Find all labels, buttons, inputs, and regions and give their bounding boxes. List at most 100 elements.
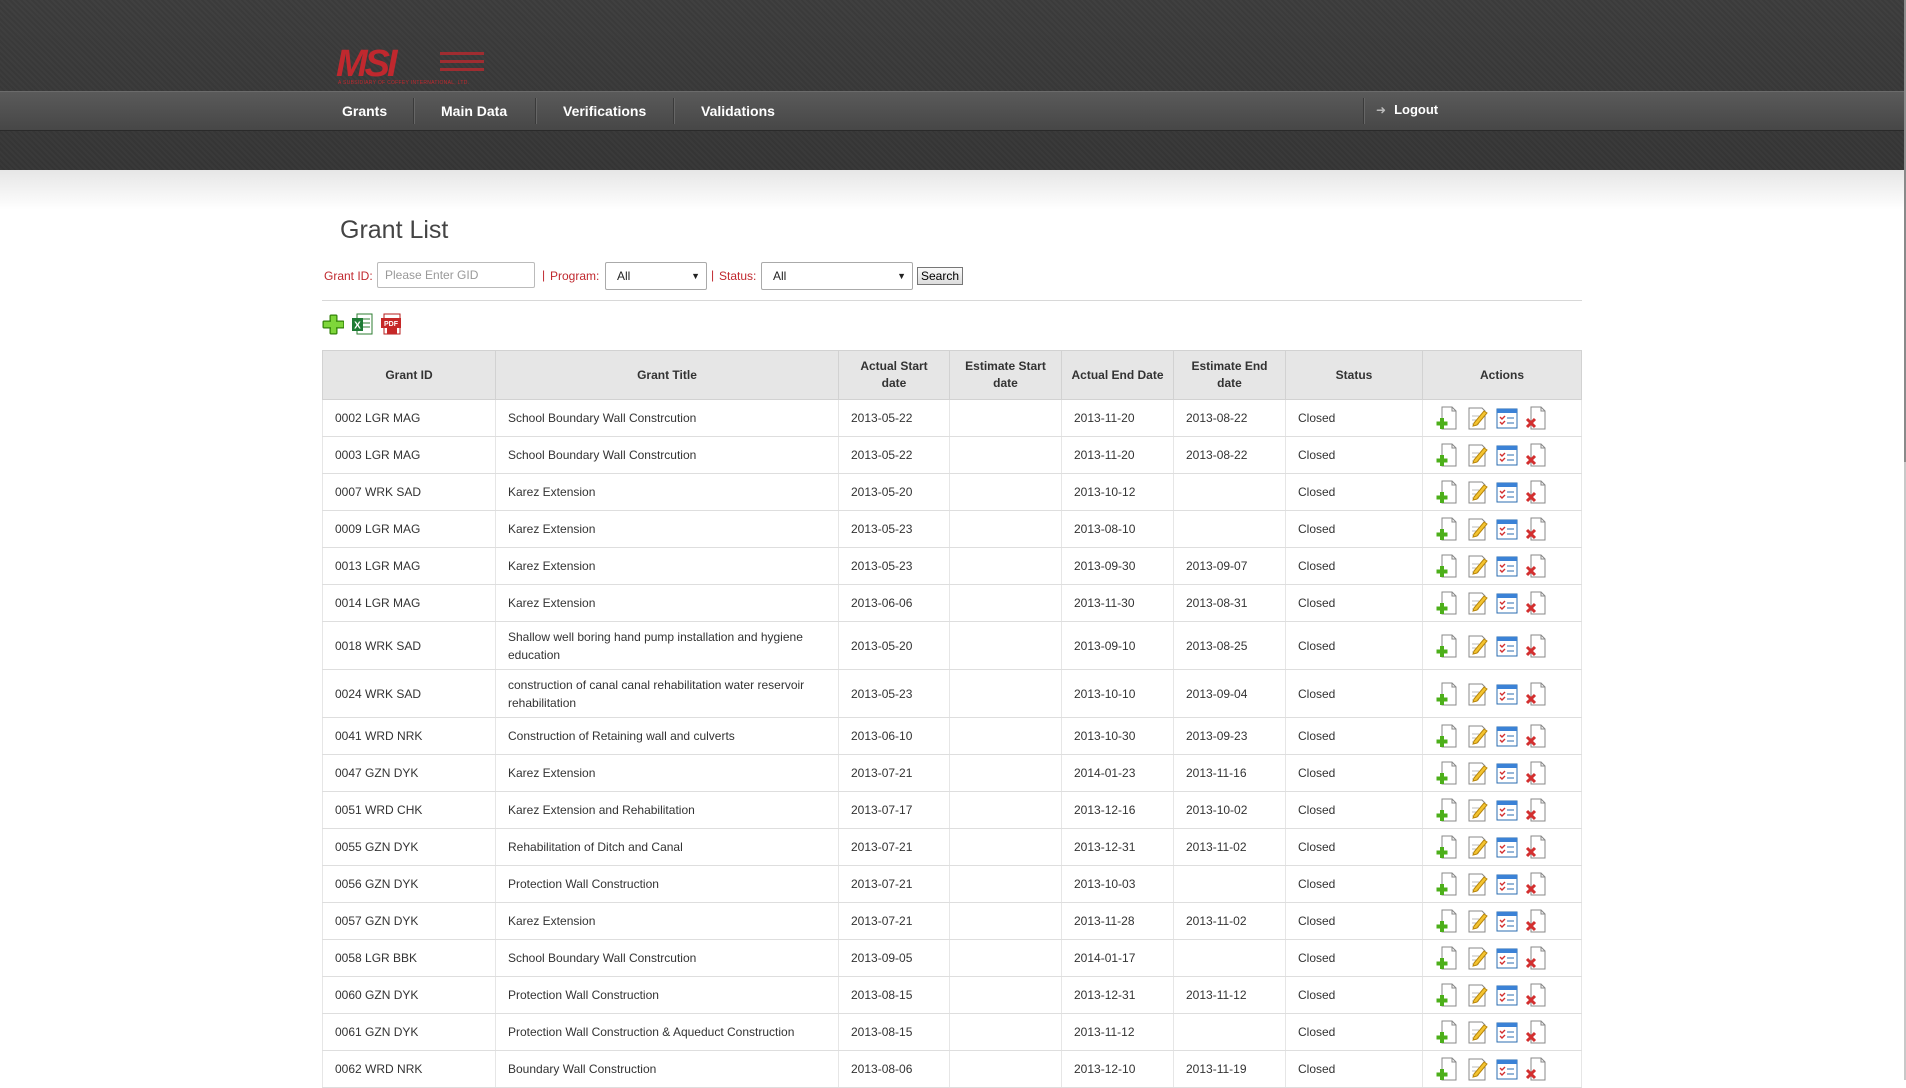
delete-icon[interactable] xyxy=(1525,945,1549,971)
checklist-icon[interactable] xyxy=(1495,871,1519,897)
add-icon[interactable] xyxy=(1435,723,1459,749)
add-icon[interactable] xyxy=(1435,553,1459,579)
col-estimate-start[interactable]: Estimate Start date xyxy=(949,350,1062,400)
table-row[interactable]: 0003 LGR MAG School Boundary Wall Constrc… xyxy=(322,436,1582,474)
add-icon[interactable] xyxy=(1435,590,1459,616)
delete-icon[interactable] xyxy=(1525,442,1549,468)
delete-icon[interactable] xyxy=(1525,760,1549,786)
delete-icon[interactable] xyxy=(1525,479,1549,505)
edit-icon[interactable] xyxy=(1465,945,1489,971)
add-icon[interactable] xyxy=(1435,871,1459,897)
checklist-icon[interactable] xyxy=(1495,982,1519,1008)
table-row[interactable]: 0014 LGR MAG Karez Extension 2013-06-06 201… xyxy=(322,584,1582,622)
col-grant-title[interactable]: Grant Title xyxy=(495,350,839,400)
table-row[interactable]: 0047 GZN DYK Karez Extension 2013-07-21 201… xyxy=(322,754,1582,792)
table-row[interactable]: 0057 GZN DYK Karez Extension 2013-07-21 201… xyxy=(322,902,1582,940)
edit-icon[interactable] xyxy=(1465,590,1489,616)
edit-icon[interactable] xyxy=(1465,442,1489,468)
checklist-icon[interactable] xyxy=(1495,633,1519,659)
table-row[interactable]: 0062 WRD NRK Boundary Wall Construction 20… xyxy=(322,1050,1582,1088)
edit-icon[interactable] xyxy=(1465,871,1489,897)
table-row[interactable]: 0056 GZN DYK Protection Wall Construction… xyxy=(322,865,1582,903)
nav-validations[interactable]: Validations xyxy=(701,92,775,130)
nav-verifications[interactable]: Verifications xyxy=(563,92,646,130)
add-icon[interactable] xyxy=(1435,516,1459,542)
table-row[interactable]: 0058 LGR BBK School Boundary Wall Constrc… xyxy=(322,939,1582,977)
delete-icon[interactable] xyxy=(1525,908,1549,934)
delete-icon[interactable] xyxy=(1525,834,1549,860)
add-icon[interactable] xyxy=(1435,633,1459,659)
add-icon[interactable] xyxy=(1435,982,1459,1008)
delete-icon[interactable] xyxy=(1525,871,1549,897)
add-icon[interactable] xyxy=(1435,442,1459,468)
add-icon[interactable] xyxy=(1435,681,1459,707)
table-row[interactable]: 0061 GZN DYK Protection Wall Construction… xyxy=(322,1013,1582,1051)
checklist-icon[interactable] xyxy=(1495,442,1519,468)
edit-icon[interactable] xyxy=(1465,405,1489,431)
col-status[interactable]: Status xyxy=(1285,350,1423,400)
checklist-icon[interactable] xyxy=(1495,1056,1519,1082)
edit-icon[interactable] xyxy=(1465,479,1489,505)
export-pdf-icon[interactable]: PDF xyxy=(380,312,402,336)
edit-icon[interactable] xyxy=(1465,908,1489,934)
status-select[interactable]: All ▼ xyxy=(761,262,913,290)
checklist-icon[interactable] xyxy=(1495,479,1519,505)
delete-icon[interactable] xyxy=(1525,723,1549,749)
table-row[interactable]: 0055 GZN DYK Rehabilitation of Ditch and … xyxy=(322,828,1582,866)
checklist-icon[interactable] xyxy=(1495,945,1519,971)
checklist-icon[interactable] xyxy=(1495,516,1519,542)
msi-logo[interactable]: MSI A SUBSIDIARY OF COFFEY INTERNATIONAL… xyxy=(336,44,496,88)
checklist-icon[interactable] xyxy=(1495,908,1519,934)
export-excel-icon[interactable]: X xyxy=(351,312,373,336)
table-row[interactable]: 0013 LGR MAG Karez Extension 2013-05-23 201… xyxy=(322,547,1582,585)
add-icon[interactable] xyxy=(1435,908,1459,934)
add-icon[interactable] xyxy=(1435,1056,1459,1082)
edit-icon[interactable] xyxy=(1465,553,1489,579)
table-row[interactable]: 0060 GZN DYK Protection Wall Construction… xyxy=(322,976,1582,1014)
checklist-icon[interactable] xyxy=(1495,723,1519,749)
table-row[interactable]: 0009 LGR MAG Karez Extension 2013-05-23 201… xyxy=(322,510,1582,548)
checklist-icon[interactable] xyxy=(1495,1019,1519,1045)
grant-id-input[interactable] xyxy=(377,262,535,288)
nav-grants[interactable]: Grants xyxy=(342,92,387,130)
table-row[interactable]: 0051 WRD CHK Karez Extension and Rehabili… xyxy=(322,791,1582,829)
delete-icon[interactable] xyxy=(1525,405,1549,431)
checklist-icon[interactable] xyxy=(1495,590,1519,616)
edit-icon[interactable] xyxy=(1465,1056,1489,1082)
checklist-icon[interactable] xyxy=(1495,797,1519,823)
checklist-icon[interactable] xyxy=(1495,553,1519,579)
delete-icon[interactable] xyxy=(1525,633,1549,659)
delete-icon[interactable] xyxy=(1525,553,1549,579)
edit-icon[interactable] xyxy=(1465,834,1489,860)
col-estimate-end[interactable]: Estimate End date xyxy=(1173,350,1286,400)
delete-icon[interactable] xyxy=(1525,982,1549,1008)
delete-icon[interactable] xyxy=(1525,516,1549,542)
checklist-icon[interactable] xyxy=(1495,834,1519,860)
add-icon[interactable] xyxy=(1435,760,1459,786)
table-row[interactable]: 0002 LGR MAG School Boundary Wall Constrc… xyxy=(322,399,1582,437)
edit-icon[interactable] xyxy=(1465,760,1489,786)
add-icon[interactable] xyxy=(1435,834,1459,860)
col-actual-start[interactable]: Actual Start date xyxy=(838,350,950,400)
checklist-icon[interactable] xyxy=(1495,681,1519,707)
add-icon[interactable] xyxy=(1435,945,1459,971)
table-row[interactable]: 0018 WRK SAD Shallow well boring hand pum… xyxy=(322,621,1582,670)
delete-icon[interactable] xyxy=(1525,1056,1549,1082)
edit-icon[interactable] xyxy=(1465,516,1489,542)
delete-icon[interactable] xyxy=(1525,1019,1549,1045)
delete-icon[interactable] xyxy=(1525,797,1549,823)
add-icon[interactable] xyxy=(1435,1019,1459,1045)
table-row[interactable]: 0024 WRK SAD construction of canal canal … xyxy=(322,669,1582,718)
edit-icon[interactable] xyxy=(1465,797,1489,823)
add-icon[interactable] xyxy=(1435,797,1459,823)
edit-icon[interactable] xyxy=(1465,1019,1489,1045)
edit-icon[interactable] xyxy=(1465,681,1489,707)
edit-icon[interactable] xyxy=(1465,633,1489,659)
program-select[interactable]: All ▼ xyxy=(605,262,707,290)
search-button[interactable]: Search xyxy=(917,267,964,285)
table-row[interactable]: 0007 WRK SAD Karez Extension 2013-05-20 201… xyxy=(322,473,1582,511)
logout-link[interactable]: ➜ Logout xyxy=(1376,92,1438,130)
delete-icon[interactable] xyxy=(1525,590,1549,616)
col-actual-end[interactable]: Actual End Date xyxy=(1061,350,1174,400)
table-row[interactable]: 0041 WRD NRK Construction of Retaining wa… xyxy=(322,717,1582,755)
